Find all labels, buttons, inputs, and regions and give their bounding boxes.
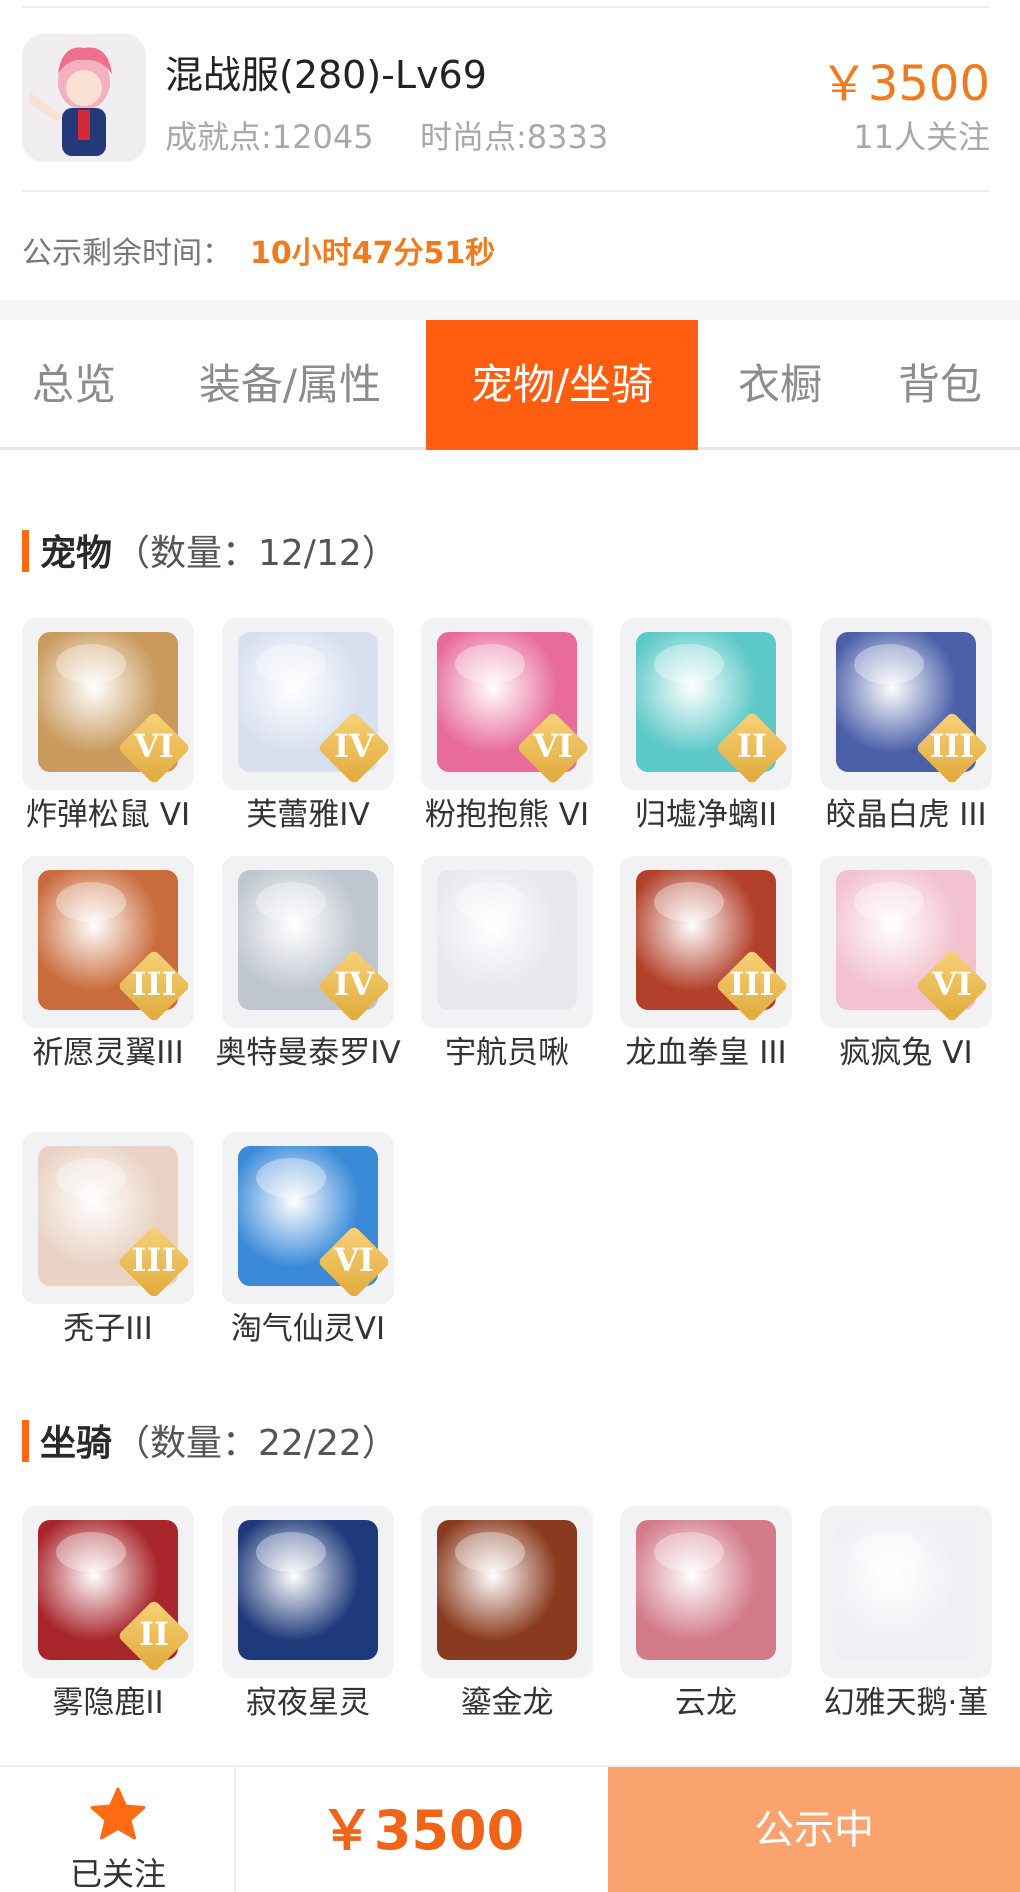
grade-badge-label: VI xyxy=(533,727,573,765)
item-name: 归墟净螭II xyxy=(634,797,778,833)
artwork-highlight xyxy=(256,1158,326,1198)
follow-button[interactable]: 已关注 xyxy=(0,1767,236,1892)
header-divider xyxy=(22,190,990,192)
countdown-value: 10小时47分51秒 xyxy=(250,236,496,271)
item-thumbnail: II xyxy=(620,618,792,790)
artwork-highlight xyxy=(654,644,724,684)
grade-badge-label: VI xyxy=(334,1241,374,1279)
grade-badge-label: IV xyxy=(334,727,374,765)
tab-wardrobe[interactable]: 衣橱 xyxy=(712,320,848,450)
item-name: 粉抱抱熊 VI xyxy=(424,797,590,833)
artwork-highlight xyxy=(256,882,326,922)
mounts-count: （数量：22/22） xyxy=(114,1423,398,1464)
item-name: 祈愿灵翼III xyxy=(32,1035,184,1071)
artwork-highlight xyxy=(654,1532,724,1572)
follow-label: 已关注 xyxy=(69,1855,166,1892)
bottom-action-bar: 已关注 ￥3500 公示中 xyxy=(0,1765,1020,1892)
tab-bag[interactable]: 背包 xyxy=(866,320,1014,450)
item-thumbnail: III xyxy=(620,856,792,1028)
item-name: 龙血拳皇 III xyxy=(625,1035,787,1071)
star-icon xyxy=(90,1787,146,1840)
item-thumbnail: VI xyxy=(222,1132,394,1304)
achievement-points: 成就点:12045 xyxy=(165,118,374,156)
item-thumbnail: VI xyxy=(820,856,992,1028)
item-name: 疯疯兔 VI xyxy=(839,1035,973,1071)
status-button[interactable]: 公示中 xyxy=(608,1767,1020,1892)
character-avatar xyxy=(22,34,146,162)
item-name: 云龙 xyxy=(675,1685,737,1721)
tab-overview[interactable]: 总览 xyxy=(0,320,148,450)
pets-count: （数量：12/12） xyxy=(114,533,398,574)
mounts-title: 坐骑 xyxy=(40,1423,113,1464)
artwork-highlight xyxy=(256,644,326,684)
artwork-highlight xyxy=(854,644,924,684)
artwork-highlight xyxy=(854,882,924,922)
artwork-highlight xyxy=(455,882,525,922)
artwork-highlight xyxy=(256,1532,326,1572)
item-name: 雾隐鹿II xyxy=(52,1685,164,1721)
item-name: 幻雅天鹅·堇 xyxy=(823,1685,989,1721)
grade-badge-label: III xyxy=(131,965,177,1003)
follower-count: 11人关注 xyxy=(853,118,990,156)
section-gap xyxy=(0,300,1020,320)
grade-badge-label: VI xyxy=(932,965,972,1003)
fashion-points: 时尚点:8333 xyxy=(420,118,609,156)
item-name: 淘气仙灵VI xyxy=(230,1311,386,1347)
tab-bar: 总览 装备/属性 宠物/坐骑 衣橱 背包 xyxy=(0,320,1020,450)
item-thumbnail: IV xyxy=(222,618,394,790)
item-thumbnail: VI xyxy=(22,618,194,790)
item-name: 芙蕾雅IV xyxy=(246,797,370,833)
item-thumbnail: III xyxy=(22,1132,194,1304)
item-thumbnail: IV xyxy=(222,856,394,1028)
grade-badge-label: III xyxy=(131,1241,177,1279)
section-accent-bar xyxy=(22,1420,29,1462)
artwork-highlight xyxy=(654,882,724,922)
item-thumbnail xyxy=(222,1506,394,1678)
item-name: 皎晶白虎 III xyxy=(825,797,987,833)
item-thumbnail xyxy=(421,856,593,1028)
artwork-highlight xyxy=(455,1532,525,1572)
item-thumbnail: VI xyxy=(421,618,593,790)
item-name: 鎏金龙 xyxy=(460,1685,554,1721)
item-thumbnail: III xyxy=(820,618,992,790)
tab-pets-mounts[interactable]: 宠物/坐骑 xyxy=(426,320,698,450)
grade-badge-label: II xyxy=(139,1615,169,1653)
artwork-highlight xyxy=(56,882,126,922)
item-thumbnail: III xyxy=(22,856,194,1028)
grade-badge-label: III xyxy=(729,965,775,1003)
grade-badge-label: IV xyxy=(334,965,374,1003)
grade-badge-label: III xyxy=(929,727,975,765)
artwork-highlight xyxy=(854,1532,924,1572)
listing-price: ￥3500 xyxy=(819,56,990,112)
item-name: 寂夜星灵 xyxy=(246,1685,370,1721)
item-thumbnail: II xyxy=(22,1506,194,1678)
listing-title: 混战服(280)-Lv69 xyxy=(165,53,487,97)
top-divider xyxy=(22,6,990,8)
item-name: 炸弹松鼠 VI xyxy=(25,797,191,833)
item-name: 秃子III xyxy=(63,1311,153,1347)
countdown-label: 公示剩余时间： xyxy=(22,236,232,271)
artwork-highlight xyxy=(56,1532,126,1572)
item-name: 宇航员啾 xyxy=(445,1035,569,1071)
item-thumbnail xyxy=(421,1506,593,1678)
bottom-price: ￥3500 xyxy=(319,1799,525,1862)
artwork-highlight xyxy=(56,1158,126,1198)
tab-equipment[interactable]: 装备/属性 xyxy=(160,320,420,450)
item-thumbnail xyxy=(620,1506,792,1678)
artwork-highlight xyxy=(56,644,126,684)
pets-title: 宠物 xyxy=(40,533,113,574)
grade-badge-label: II xyxy=(737,727,767,765)
listing-header: 混战服(280)-Lv69 成就点:12045 时尚点:8333 ￥3500 1… xyxy=(0,0,1020,300)
item-thumbnail xyxy=(820,1506,992,1678)
item-name: 奥特曼泰罗IV xyxy=(215,1035,401,1071)
grade-badge-label: VI xyxy=(134,727,174,765)
artwork-highlight xyxy=(455,644,525,684)
section-accent-bar xyxy=(22,530,29,572)
